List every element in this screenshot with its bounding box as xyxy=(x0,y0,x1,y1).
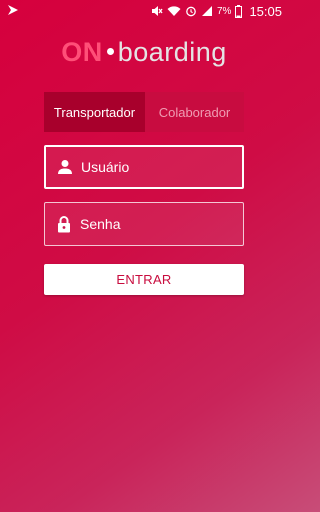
alarm-icon xyxy=(185,5,197,17)
username-field[interactable] xyxy=(44,145,244,189)
logo-suffix: boarding xyxy=(117,37,227,67)
tab-colaborador[interactable]: Colaborador xyxy=(145,92,244,132)
login-type-tabs: Transportador Colaborador xyxy=(44,92,244,132)
mute-icon xyxy=(151,5,163,17)
battery-percent: 7% xyxy=(217,5,232,17)
user-icon xyxy=(56,158,74,176)
signal-icon xyxy=(201,5,213,17)
lock-icon xyxy=(55,215,73,233)
wifi-icon xyxy=(167,5,181,17)
status-bar: 7% 15:05 xyxy=(0,0,288,22)
app-logo: ON boarding xyxy=(0,36,288,68)
username-input[interactable] xyxy=(81,159,231,175)
app-notification-icon xyxy=(6,3,20,17)
clock: 15:05 xyxy=(249,3,282,19)
logo-prefix: ON xyxy=(61,37,103,67)
logo-dot xyxy=(106,48,114,56)
password-input[interactable] xyxy=(80,216,230,232)
tab-transportador[interactable]: Transportador xyxy=(44,92,145,132)
battery-icon xyxy=(235,4,243,18)
password-field[interactable] xyxy=(44,202,244,246)
login-button[interactable]: ENTRAR xyxy=(44,264,244,295)
